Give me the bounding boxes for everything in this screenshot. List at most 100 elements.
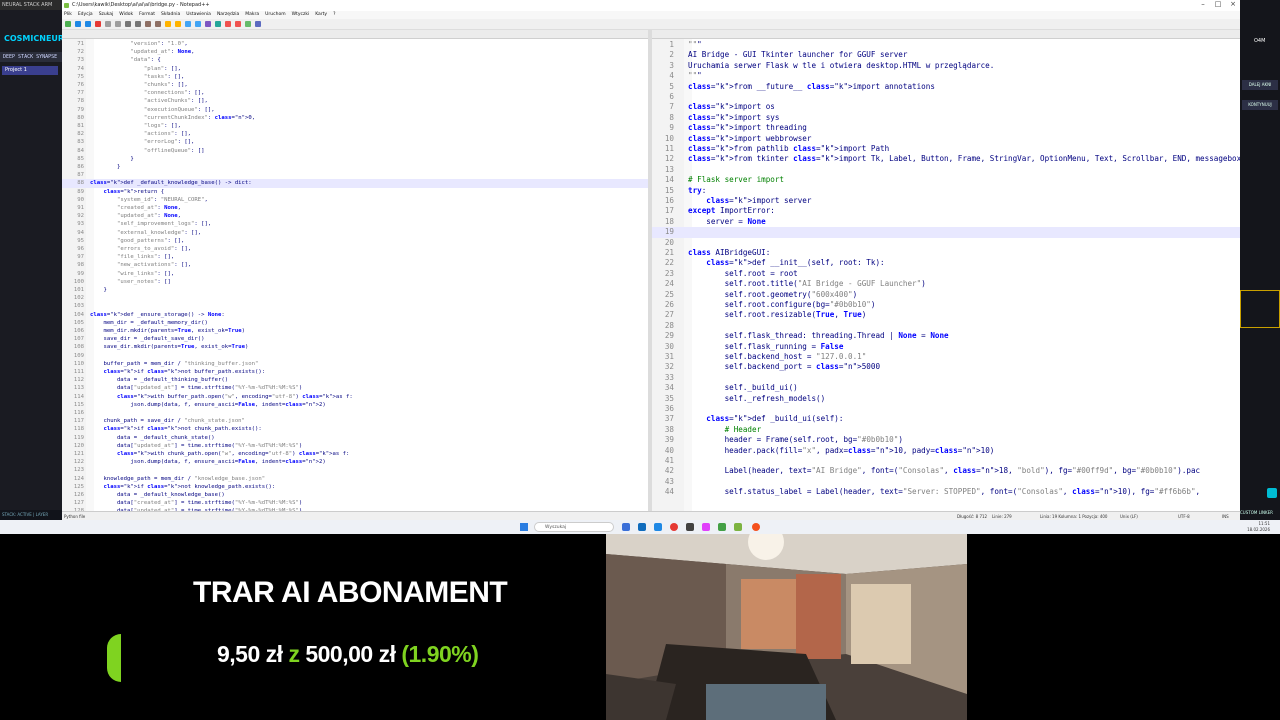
code-line[interactable]: class="k">import webbrowser [688,134,811,144]
menu-item[interactable]: Plik [64,12,72,17]
code-line[interactable]: """ [688,71,702,81]
code-line[interactable]: "errors_to_avoid": [], [90,245,191,253]
code-line[interactable]: self.flask_thread: threading.Thread | No… [688,331,949,341]
code-line[interactable]: class="k">def _ensure_storage() -> None: [90,311,225,319]
app-icon[interactable] [702,523,710,531]
toolbar-icon[interactable] [165,21,171,27]
toolbar-icon[interactable] [75,21,81,27]
app-icon[interactable] [638,523,646,531]
code-line[interactable]: mem_dir.mkdir(parents=True, exist_ok=Tru… [90,327,244,335]
code-line[interactable]: header.pack(fill="x", padx=class="n">10,… [688,446,995,456]
code-line[interactable]: mem_dir = _default_memory_dir() [90,319,207,327]
code-line[interactable]: json.dump(data, f, ensure_ascii=False, i… [90,458,325,466]
code-line[interactable]: "new_activations": [], [90,261,191,269]
code-line[interactable]: "actions": [], [90,130,191,138]
code-line[interactable]: class="k">if class="k">not chunk_path.ex… [90,425,261,433]
code-line[interactable]: data["updated_at"] = time.strftime("%Y-%… [90,384,302,392]
menu-item[interactable]: Edycja [78,12,93,17]
toolbar-icon[interactable] [255,21,261,27]
code-line[interactable]: save_dir.mkdir(parents=True, exist_ok=Tr… [90,343,248,351]
code-line[interactable]: self.root.geometry("600x400") [688,290,858,300]
code-line[interactable]: self.status_label = Label(header, text="… [688,487,1201,497]
toolbar-icon[interactable] [235,21,241,27]
code-line[interactable]: json.dump(data, f, ensure_ascii=False, i… [90,401,325,409]
code-line[interactable]: try: [688,186,706,196]
code-line[interactable]: # Flask server import [688,175,784,185]
code-line[interactable]: "version": "1.0", [90,40,187,48]
code-line[interactable]: "external_knowledge": [], [90,229,201,237]
code-line[interactable]: # Header [688,425,762,435]
app-icon[interactable] [670,523,678,531]
menu-item[interactable]: ? [333,12,335,17]
minimize-icon[interactable]: – [1196,0,1210,11]
code-line[interactable]: self.backend_port = class="n">5000 [688,362,880,372]
code-line[interactable]: "user_notes": [] [90,278,171,286]
code-line[interactable]: "self_improvement_logs": [], [90,220,211,228]
code-line[interactable]: } [90,163,120,171]
toolbar-icon[interactable] [215,21,221,27]
code-line[interactable]: class="k">from tkinter class="k">import … [688,154,1240,164]
code-line[interactable]: buffer_path = mem_dir / "thinking_buffer… [90,360,258,368]
app-icon[interactable] [718,523,726,531]
code-line[interactable]: AI Bridge - GUI Tkinter launcher for GGU… [688,50,907,60]
editor-right[interactable]: 1 """ 2 AI Bridge - GUI Tkinter launcher fo… [652,39,1240,511]
code-line[interactable]: self._build_ui() [688,383,798,393]
toolbar-icon[interactable] [195,21,201,27]
code-line[interactable]: "good_patterns": [], [90,237,184,245]
continue-button[interactable]: KONTYNUUJ [1242,100,1278,110]
code-line[interactable]: "system_id": "NEURAL_CORE", [90,196,208,204]
code-line[interactable]: data["updated_at"] = time.strftime("%Y-%… [90,442,302,450]
code-line[interactable]: data = _default_chunk_state() [90,434,215,442]
menu-item[interactable]: Ustawienia [186,12,211,17]
code-line[interactable]: class="k">import server [688,196,811,206]
code-area[interactable]: 1 """ 2 AI Bridge - GUI Tkinter launcher fo… [652,39,1240,511]
action-icon[interactable] [1267,488,1277,498]
code-line[interactable]: "file_links": [], [90,253,174,261]
code-line[interactable]: self.root = root [688,269,798,279]
editor-left[interactable]: 71 "version": "1.0", 72 "updated_at": Non… [62,39,648,511]
menu-item[interactable]: Składnia [161,12,180,17]
project-item[interactable]: Project 1 [2,66,58,75]
toolbar-icon[interactable] [85,21,91,27]
code-line[interactable]: "updated_at": None, [90,212,181,220]
code-line[interactable]: "connections": [], [90,89,205,97]
start-icon[interactable] [520,523,528,531]
toolbar-icon[interactable] [145,21,151,27]
maximize-icon[interactable]: □ [1211,0,1225,11]
code-line[interactable]: "updated_at": None, [90,48,194,56]
toolbar-icon[interactable] [155,21,161,27]
code-line[interactable]: chunk_path = save_dir / "chunk_state.jso… [90,417,244,425]
code-line[interactable]: "errorLog": [], [90,138,195,146]
code-line[interactable]: self.root.title("AI Bridge - GGUF Launch… [688,279,926,289]
code-line[interactable]: class="k">import sys [688,113,779,123]
close-icon[interactable]: × [1226,0,1240,11]
side-app-tab[interactable]: NEURAL STACK ARM [0,0,62,10]
code-line[interactable]: class="k">if class="k">not knowledge_pat… [90,483,275,491]
code-line[interactable]: "logs": [], [90,122,181,130]
code-line[interactable]: data["created_at"] = time.strftime("%Y-%… [90,499,302,507]
code-line[interactable]: """ [688,40,702,50]
code-line[interactable]: } [90,155,133,163]
code-line[interactable]: class="k">import os [688,102,775,112]
toolbar-icon[interactable] [95,21,101,27]
toolbar-icon[interactable] [105,21,111,27]
app-icon[interactable] [654,523,662,531]
code-line[interactable]: class AIBridgeGUI: [688,248,770,258]
code-line[interactable]: self.flask_running = False [688,342,844,352]
menu-item[interactable]: Format [139,12,155,17]
code-line[interactable]: class="k">from pathlib class="k">import … [688,144,889,154]
toolbar-icon[interactable] [175,21,181,27]
code-line[interactable]: class="k">with chunk_path.open("w", enco… [90,450,349,458]
code-line[interactable]: class="k">def _build_ui(self): [688,414,843,424]
app-icon[interactable] [752,523,760,531]
code-line[interactable]: "data": { [90,56,160,64]
menu-item[interactable]: Narzędzia [217,12,239,17]
code-line[interactable]: knowledge_path = mem_dir / "knowledge_ba… [90,475,265,483]
code-line[interactable]: class="k">from __future__ class="k">impo… [688,82,935,92]
menu-item[interactable]: Widok [119,12,133,17]
toolbar-icon[interactable] [205,21,211,27]
code-line[interactable]: class="k">if class="k">not buffer_path.e… [90,368,265,376]
code-line[interactable]: class="k">def __init__(self, root: Tk): [688,258,884,268]
menu-item[interactable]: Karty [315,12,327,17]
toolbar-icon[interactable] [245,21,251,27]
